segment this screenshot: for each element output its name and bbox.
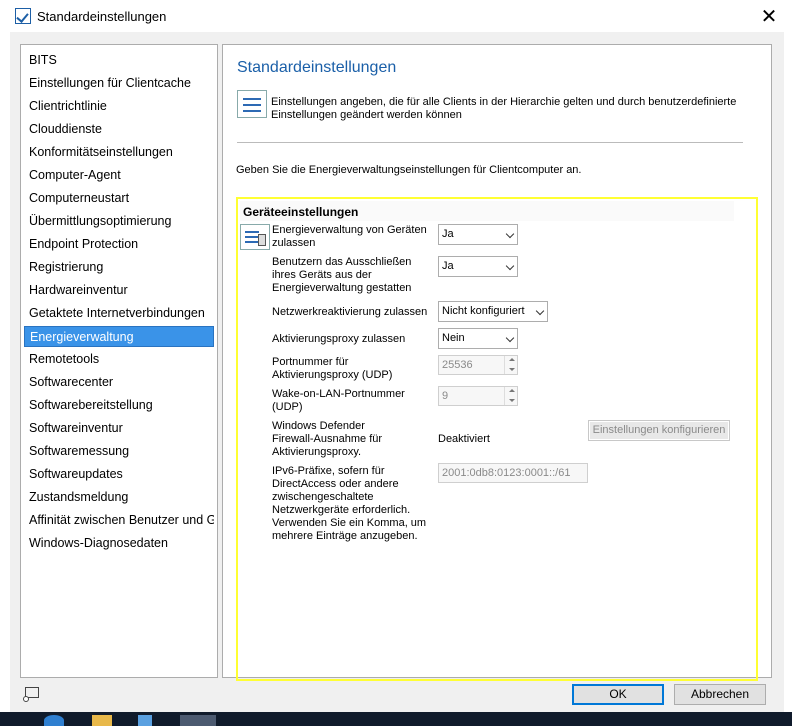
- ok-button[interactable]: OK: [572, 684, 664, 705]
- allow-power-management-value: Ja: [442, 228, 454, 240]
- firewall-exception-value: Deaktiviert: [438, 433, 490, 445]
- cancel-button[interactable]: Abbrechen: [674, 684, 766, 705]
- allow-power-management-select[interactable]: Ja: [438, 224, 518, 245]
- network-wake-label: Netzwerkreaktivierung zulassen: [272, 306, 428, 318]
- nav-item-remote-tools[interactable]: Remotetools: [24, 349, 214, 370]
- firewall-exception-label: Windows Defender Firewall-Ausnahme für A…: [272, 420, 383, 458]
- section-intro: Geben Sie die Energieverwaltungseinstell…: [236, 164, 582, 176]
- page-description: Einstellungen angeben, die für alle Clie…: [271, 96, 737, 121]
- chevron-down-icon: [505, 261, 515, 271]
- allow-users-exclude-label: Benutzern das Ausschließen ihres Geräts …: [272, 256, 412, 294]
- divider: [237, 142, 743, 143]
- nav-item-software-center[interactable]: Softwarecenter: [24, 372, 214, 393]
- wake-proxy-select[interactable]: Nein: [438, 328, 518, 349]
- wake-proxy-label: Aktivierungsproxy zulassen: [272, 333, 406, 345]
- settings-category-list: BITS Einstellungen für Clientcache Clien…: [20, 44, 218, 678]
- nav-item-enrollment[interactable]: Registrierung: [24, 257, 214, 278]
- allow-users-exclude-value: Ja: [442, 260, 454, 272]
- wake-proxy-value: Nein: [442, 332, 465, 344]
- config-manager-icon[interactable]: [180, 715, 216, 726]
- checklist-icon: [237, 90, 267, 118]
- network-wake-select[interactable]: Nicht konfiguriert: [438, 301, 548, 322]
- nav-item-windows-diagnostic-data[interactable]: Windows-Diagnosedaten: [24, 533, 214, 554]
- network-wake-value: Nicht konfiguriert: [442, 305, 525, 317]
- wol-port-value: 9: [442, 390, 449, 402]
- spin-up-icon[interactable]: [504, 387, 517, 396]
- nav-item-computer-agent[interactable]: Computer-Agent: [24, 165, 214, 186]
- chevron-down-icon: [505, 229, 515, 239]
- allow-power-management-label: Energieverwaltung von Geräten zulassen: [272, 224, 427, 249]
- page-title: Standardeinstellungen: [237, 59, 397, 76]
- nav-item-metered-connections[interactable]: Getaktete Internetverbindungen: [24, 303, 214, 324]
- taskbar: [0, 712, 792, 726]
- spin-down-icon[interactable]: [504, 396, 517, 405]
- wake-proxy-port-stepper[interactable]: 25536: [438, 355, 518, 375]
- nav-item-computer-restart[interactable]: Computerneustart: [24, 188, 214, 209]
- wake-proxy-port-label: Portnummer für Aktivierungsproxy (UDP): [272, 356, 393, 381]
- group-title: Geräteeinstellungen: [243, 205, 359, 219]
- checkbox-app-icon: [15, 8, 31, 24]
- nav-item-software-metering[interactable]: Softwaremessung: [24, 441, 214, 462]
- nav-item-hardware-inventory[interactable]: Hardwareinventur: [24, 280, 214, 301]
- ipv6-prefix-input[interactable]: 2001:0db8:0123:0001::/61: [438, 463, 588, 483]
- nav-item-delivery-optimization[interactable]: Übermittlungsoptimierung: [24, 211, 214, 232]
- chevron-down-icon: [535, 306, 545, 316]
- window-title: Standardeinstellungen: [37, 9, 167, 24]
- device-settings-icon: [240, 224, 270, 250]
- spin-up-icon[interactable]: [504, 356, 517, 365]
- nav-item-state-messaging[interactable]: Zustandsmeldung: [24, 487, 214, 508]
- nav-item-cloud-services[interactable]: Clouddienste: [24, 119, 214, 140]
- ipv6-prefix-label: IPv6-Präfixe, sofern für DirectAccess od…: [272, 465, 427, 542]
- nav-item-bits[interactable]: BITS: [24, 50, 214, 71]
- server-manager-icon[interactable]: [138, 715, 152, 726]
- folder-icon[interactable]: [92, 715, 112, 726]
- nav-item-software-deployment[interactable]: Softwarebereitstellung: [24, 395, 214, 416]
- allow-users-exclude-select[interactable]: Ja: [438, 256, 518, 277]
- device-settings-group: Geräteeinstellungen Energieverwaltung vo…: [236, 197, 758, 681]
- nav-item-user-device-affinity[interactable]: Affinität zwischen Benutzer und Ge: [24, 510, 214, 531]
- close-button[interactable]: ✕: [746, 0, 792, 32]
- nav-item-software-updates[interactable]: Softwareupdates: [24, 464, 214, 485]
- settings-content-panel: Standardeinstellungen Einstellungen ange…: [222, 44, 772, 681]
- background-window-right: [784, 0, 792, 712]
- nav-item-compliance[interactable]: Konformitätseinstellungen: [24, 142, 214, 163]
- nav-item-software-inventory[interactable]: Softwareinventur: [24, 418, 214, 439]
- nav-item-client-cache[interactable]: Einstellungen für Clientcache: [24, 73, 214, 94]
- nav-item-endpoint-protection[interactable]: Endpoint Protection: [24, 234, 214, 255]
- wol-port-stepper[interactable]: 9: [438, 386, 518, 406]
- spin-down-icon[interactable]: [504, 365, 517, 374]
- background-window-left: [0, 0, 10, 712]
- configure-settings-button[interactable]: Einstellungen konfigurieren: [588, 420, 730, 441]
- wake-proxy-port-value: 25536: [442, 359, 473, 371]
- browser-icon[interactable]: [44, 715, 64, 726]
- wol-port-label: Wake-on-LAN-Portnummer (UDP): [272, 388, 405, 413]
- chevron-down-icon: [505, 333, 515, 343]
- help-icon[interactable]: [22, 686, 42, 704]
- dialog-body: BITS Einstellungen für Clientcache Clien…: [10, 32, 784, 712]
- nav-item-client-policy[interactable]: Clientrichtlinie: [24, 96, 214, 117]
- nav-item-power-management[interactable]: Energieverwaltung: [24, 326, 214, 347]
- title-bar: Standardeinstellungen ✕: [0, 0, 792, 32]
